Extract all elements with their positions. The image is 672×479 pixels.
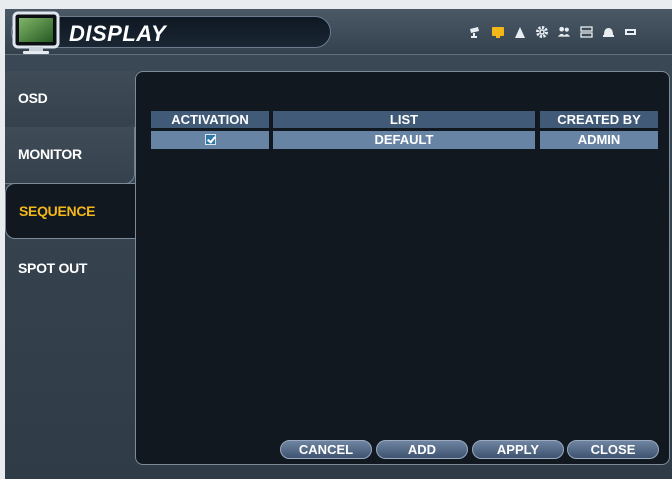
activation-cell bbox=[151, 131, 269, 149]
users-icon[interactable] bbox=[557, 25, 571, 39]
header-bar: DISPLAY bbox=[5, 9, 672, 55]
record-icon[interactable] bbox=[513, 25, 527, 39]
monitor-icon bbox=[12, 11, 60, 54]
header-icon-bar bbox=[469, 25, 637, 39]
close-button[interactable]: CLOSE bbox=[567, 440, 659, 459]
created-by-cell: ADMIN bbox=[540, 131, 658, 149]
camera-icon[interactable] bbox=[469, 25, 483, 39]
sidebar-item-spot-out[interactable]: SPOT OUT bbox=[5, 241, 135, 297]
window-frame: DISPLAY OSD MONITOR SEQUENCE SPOT OUT AC… bbox=[0, 0, 672, 479]
sidebar-item-monitor[interactable]: MONITOR bbox=[5, 127, 135, 184]
apply-button[interactable]: APPLY bbox=[472, 440, 564, 459]
sidebar-item-osd[interactable]: OSD bbox=[5, 71, 135, 127]
system-icon[interactable] bbox=[623, 25, 637, 39]
sidebar-item-label: SPOT OUT bbox=[18, 260, 88, 276]
list-cell[interactable]: DEFAULT bbox=[273, 131, 535, 149]
display-icon[interactable] bbox=[491, 25, 505, 39]
sidebar-item-label: SEQUENCE bbox=[19, 203, 96, 219]
cancel-button[interactable]: CANCEL bbox=[280, 440, 372, 459]
display-setup-window: DISPLAY OSD MONITOR SEQUENCE SPOT OUT AC… bbox=[5, 9, 672, 479]
sidebar-item-label: OSD bbox=[18, 90, 48, 106]
activation-checkbox[interactable] bbox=[204, 134, 216, 146]
column-header-activation: ACTIVATION bbox=[151, 111, 269, 128]
gear-icon[interactable] bbox=[535, 25, 549, 39]
page-title: DISPLAY bbox=[69, 21, 167, 46]
storage-icon[interactable] bbox=[579, 25, 593, 39]
add-button[interactable]: ADD bbox=[376, 440, 468, 459]
sidebar-item-label: MONITOR bbox=[18, 146, 82, 162]
alarm-icon[interactable] bbox=[601, 25, 615, 39]
column-header-created-by: CREATED BY bbox=[540, 111, 658, 128]
column-header-list: LIST bbox=[273, 111, 535, 128]
sidebar-item-sequence[interactable]: SEQUENCE bbox=[5, 183, 137, 239]
